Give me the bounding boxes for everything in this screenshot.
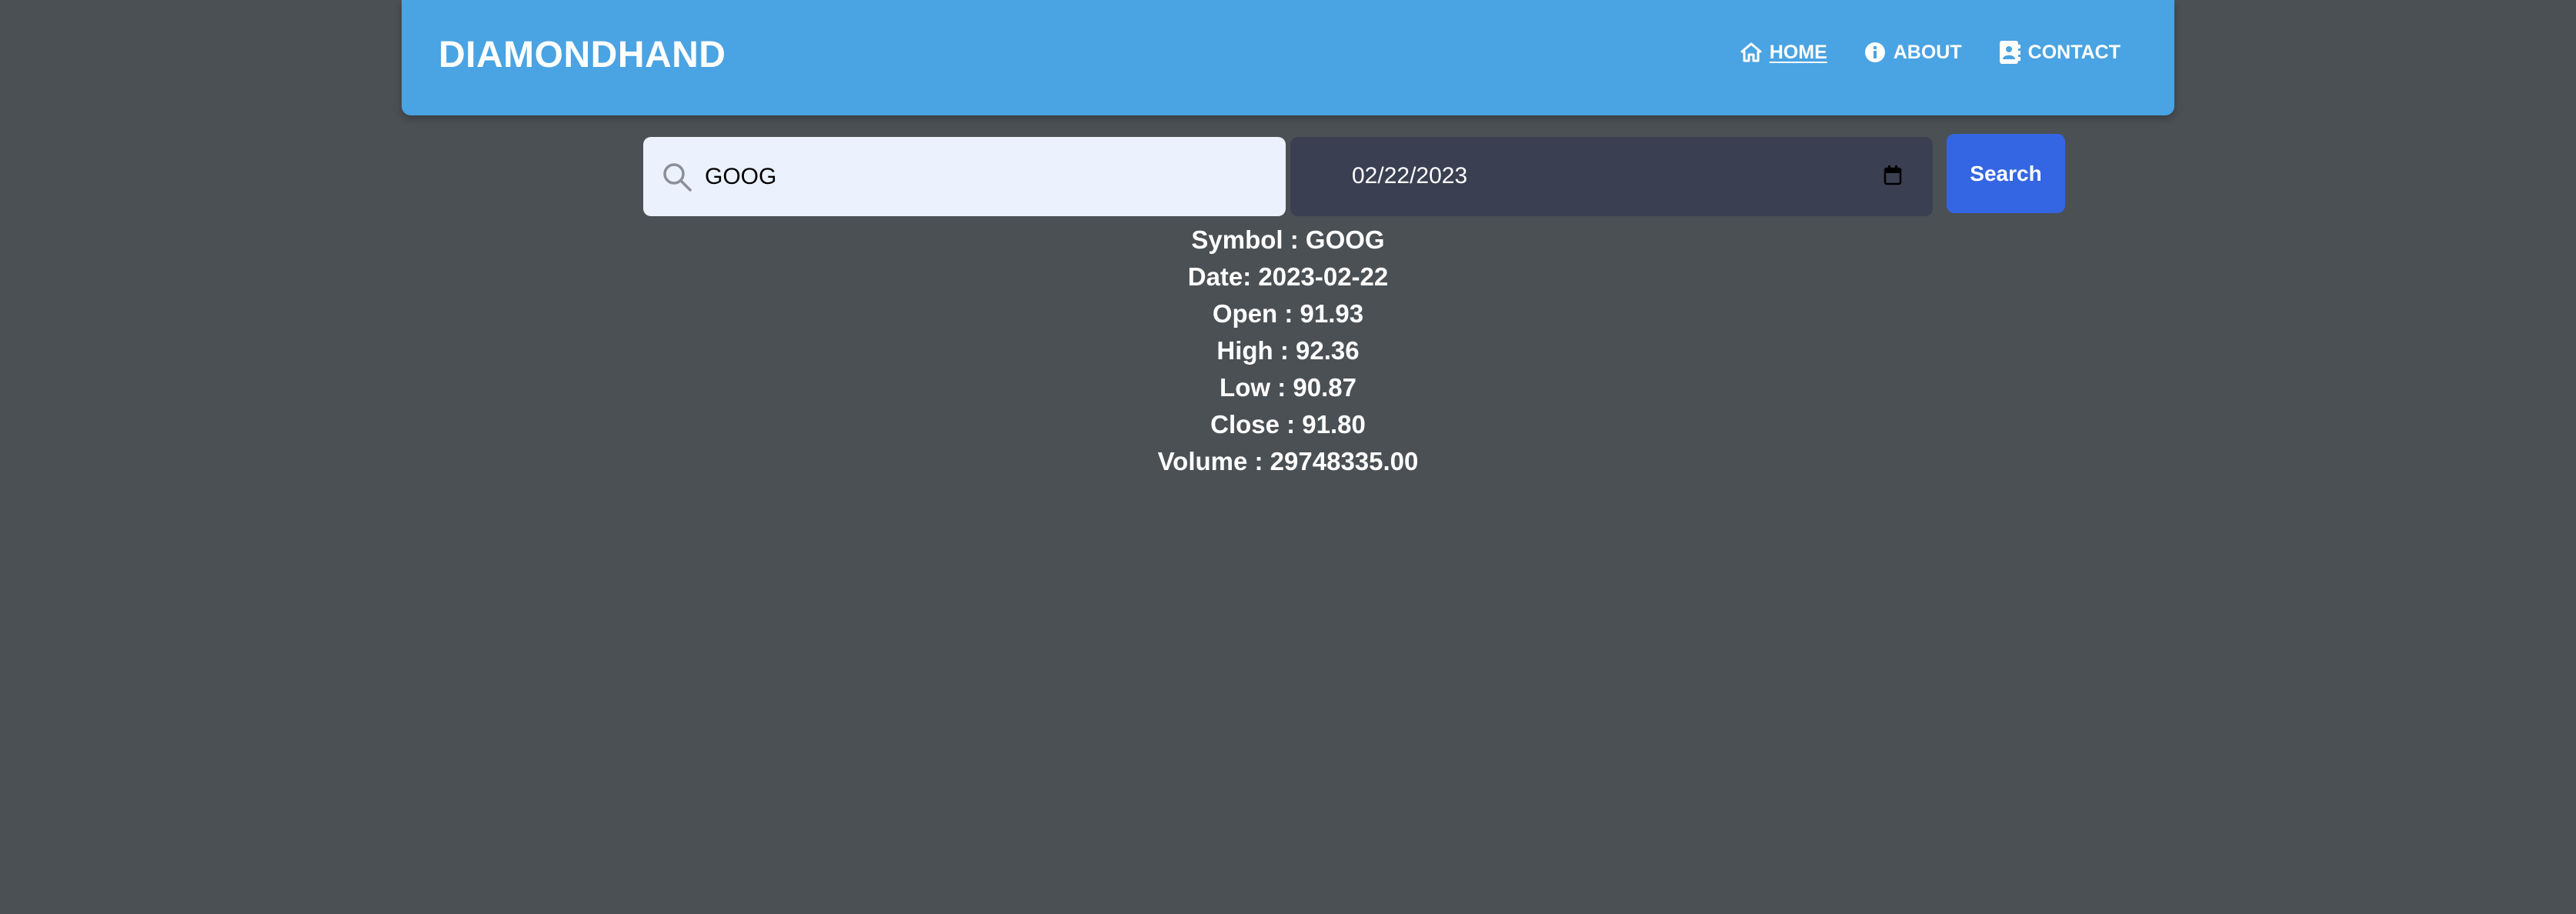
nav-links: HOME ABOUT CONTACT <box>1740 40 2121 65</box>
date-value: 02/22/2023 <box>1352 163 1468 188</box>
nav-about[interactable]: ABOUT <box>1864 42 1962 64</box>
search-button[interactable]: Search <box>1947 134 2065 213</box>
search-input[interactable] <box>705 137 1266 216</box>
calendar-icon[interactable] <box>1884 165 1902 189</box>
info-icon <box>1864 42 1886 63</box>
search-field[interactable] <box>643 137 1286 216</box>
result-volume: Volume : 29748335.00 <box>1157 447 1419 475</box>
nav-home[interactable]: HOME <box>1740 42 1827 64</box>
date-field[interactable]: 02/22/2023 <box>1290 137 1933 216</box>
nav-about-label: ABOUT <box>1893 41 1962 63</box>
navbar: DIAMONDHAND HOME ABOUT CONTACT <box>402 0 2174 115</box>
nav-contact[interactable]: CONTACT <box>1999 40 2121 65</box>
nav-contact-label: CONTACT <box>2027 41 2121 63</box>
contact-icon <box>1999 40 2020 65</box>
result-low: Low : 90.87 <box>1220 373 1356 402</box>
result-date: Date: 2023-02-22 <box>1187 262 1389 291</box>
stock-results: Symbol : GOOG Date: 2023-02-22 Open : 91… <box>0 222 2576 480</box>
brand-logo[interactable]: DIAMONDHAND <box>439 34 726 76</box>
home-icon <box>1740 42 1762 62</box>
search-icon <box>662 162 692 196</box>
result-symbol: Symbol : GOOG <box>1191 225 1385 254</box>
result-high: High : 92.36 <box>1216 336 1360 365</box>
result-close: Close : 91.80 <box>1210 410 1366 439</box>
result-open: Open : 91.93 <box>1212 299 1364 328</box>
nav-home-label: HOME <box>1769 41 1827 63</box>
